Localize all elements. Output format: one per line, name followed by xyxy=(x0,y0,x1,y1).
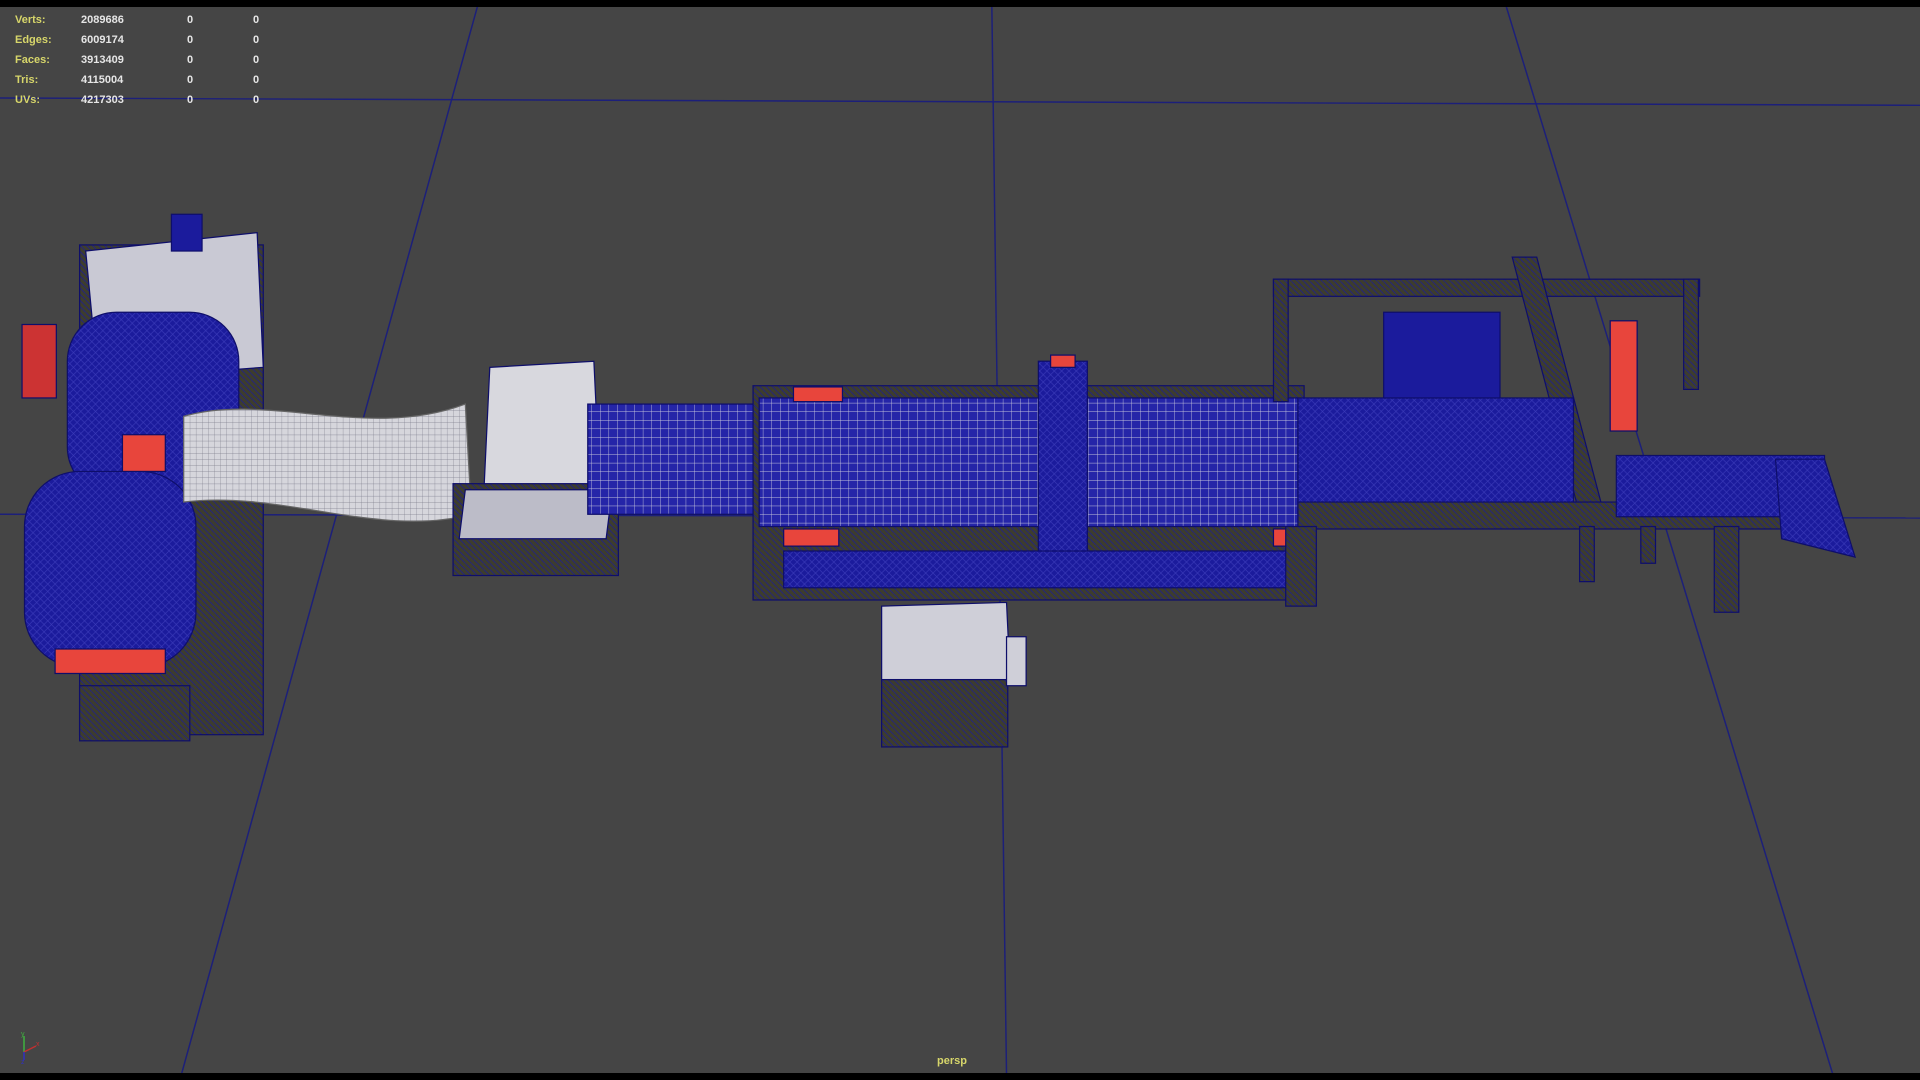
axis-gizmo-icon: y x z xyxy=(21,1031,40,1064)
hud-label: Faces: xyxy=(15,54,50,66)
hud-selected: 0 xyxy=(187,54,194,66)
hud-selected: 0 xyxy=(187,14,194,26)
viewport-persp[interactable]: Verts: 2089686 0 0 Edges: 6009174 0 0 Fa… xyxy=(0,7,1920,1073)
hud-row-tris: Tris: 4115004 0 0 xyxy=(0,74,300,94)
hud-row-verts: Verts: 2089686 0 0 xyxy=(0,14,300,34)
hud-value: 3913409 xyxy=(81,54,124,66)
scene-3d[interactable] xyxy=(0,7,1920,1073)
axis-y-label: y xyxy=(21,1031,25,1038)
hud-label: Edges: xyxy=(15,34,52,46)
hud-selected: 0 xyxy=(187,94,194,106)
hud-row-faces: Faces: 3913409 0 0 xyxy=(0,54,300,74)
hud-selected: 0 xyxy=(187,74,194,86)
hud-extra: 0 xyxy=(253,14,260,26)
hud-value: 4217303 xyxy=(81,94,124,106)
hud-extra: 0 xyxy=(253,74,260,86)
hud-extra: 0 xyxy=(253,54,260,66)
axis-x-label: x xyxy=(36,1041,40,1048)
camera-label: persp xyxy=(937,1055,967,1067)
hud-extra: 0 xyxy=(253,34,260,46)
hud-value: 2089686 xyxy=(81,14,124,26)
hud-value: 4115004 xyxy=(81,74,124,86)
roller-conveyor xyxy=(587,403,760,515)
top-border xyxy=(0,0,1920,7)
hud-value: 6009174 xyxy=(81,34,124,46)
hud-selected: 0 xyxy=(187,34,194,46)
axis-z-label: z xyxy=(21,1059,25,1064)
hud-label: UVs: xyxy=(15,94,41,106)
hud-label: Tris: xyxy=(15,74,39,86)
stacker-model xyxy=(1272,256,1857,613)
hud-label: Verts: xyxy=(15,14,46,26)
hud-row-edges: Edges: 6009174 0 0 xyxy=(0,34,300,54)
control-cabinet-model xyxy=(881,601,1027,748)
hud-row-uvs: UVs: 4217303 0 0 xyxy=(0,94,300,114)
bottom-border xyxy=(0,1073,1920,1080)
hud-extra: 0 xyxy=(253,94,260,106)
cutting-table-model xyxy=(752,354,1305,601)
